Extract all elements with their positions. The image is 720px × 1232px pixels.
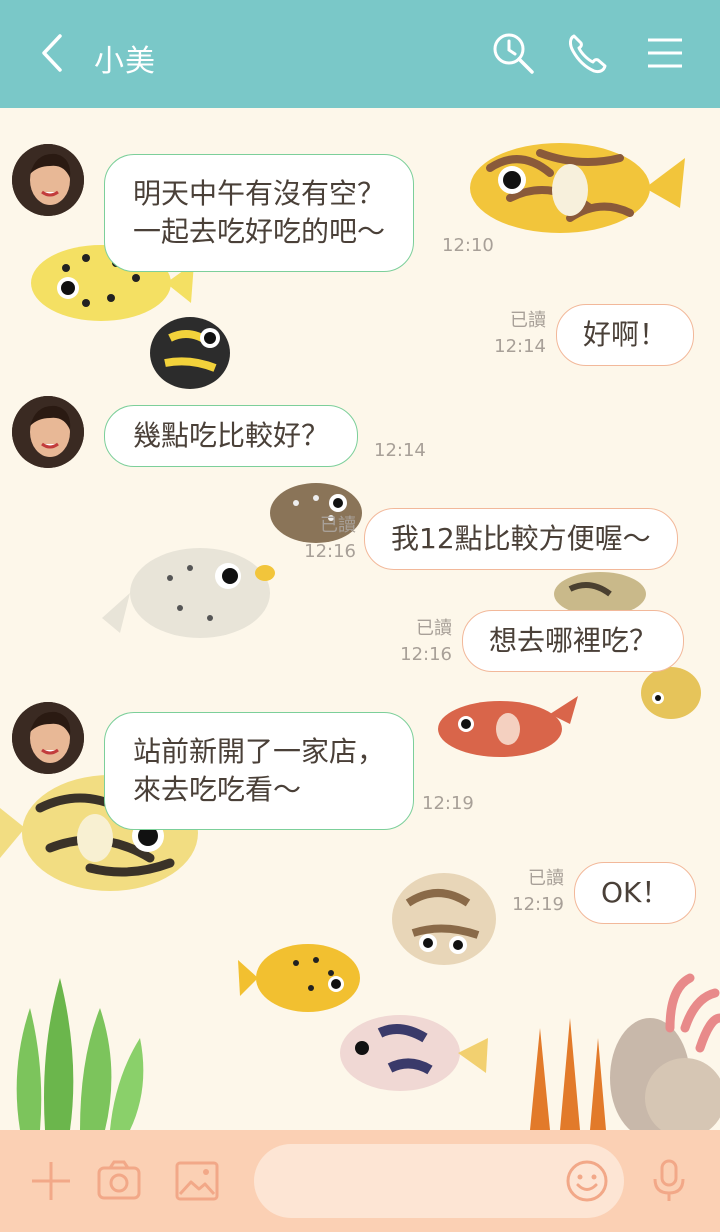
camera-icon[interactable]	[96, 1158, 142, 1204]
outgoing-message-bubble[interactable]: 我12點比較方便喔～	[364, 508, 678, 570]
message-text: 好啊！	[583, 318, 668, 351]
outgoing-message-bubble[interactable]: 想去哪裡吃？	[462, 610, 685, 672]
incoming-message-bubble[interactable]: 幾點吃比較好？	[104, 405, 359, 467]
avatar[interactable]	[12, 396, 84, 468]
message-text: 想去哪裡吃？	[489, 624, 658, 657]
menu-icon[interactable]	[642, 30, 688, 76]
chat-area[interactable]: 明天中午有沒有空？ 一起去吃好吃的吧～ 12:10 已讀 12:14 好啊！ 幾…	[0, 108, 720, 1130]
partial-fish-decoration	[554, 572, 646, 614]
message-time: 12:16	[304, 541, 356, 562]
message-time: 12:14	[494, 336, 546, 357]
avatar[interactable]	[12, 144, 84, 216]
chat-title: 小美	[94, 44, 156, 79]
message-text: OK！	[601, 876, 670, 909]
read-receipt: 已讀 12:14	[480, 308, 546, 360]
read-receipt: 已讀 12:16	[386, 616, 452, 668]
message-time: 12:14	[374, 440, 426, 461]
avatar-portrait	[12, 144, 84, 216]
message-text: 幾點吃比較好？	[133, 419, 330, 452]
coral-reef-decoration	[530, 973, 720, 1130]
incoming-message-bubble[interactable]: 站前新開了一家店， 來去吃吃看～	[104, 712, 415, 830]
outgoing-message-bubble[interactable]: OK！	[574, 862, 697, 924]
message-time: 12:19	[422, 793, 474, 814]
phone-icon[interactable]	[564, 30, 610, 76]
chat-header: 小美	[0, 0, 720, 108]
striped-fish-decoration	[470, 143, 685, 233]
read-receipt: 已讀 12:16	[290, 513, 356, 565]
message-time: 12:19	[512, 894, 564, 915]
message-text: 站前新開了一家店， 來去吃吃看～	[133, 735, 386, 806]
smiley-icon[interactable]	[564, 1158, 610, 1204]
avatar-portrait	[12, 396, 84, 468]
message-text: 明天中午有沒有空？ 一起去吃好吃的吧～	[133, 177, 386, 248]
avatar-portrait	[12, 702, 84, 774]
plus-icon[interactable]	[28, 1158, 74, 1204]
yellow-boxfish-decoration	[238, 944, 360, 1012]
message-text: 我12點比較方便喔～	[391, 522, 651, 555]
read-label: 已讀	[416, 618, 452, 639]
read-label: 已讀	[510, 310, 546, 331]
image-icon[interactable]	[174, 1158, 220, 1204]
microphone-icon[interactable]	[646, 1158, 692, 1204]
chevron-left-icon[interactable]	[30, 30, 76, 76]
avatar[interactable]	[12, 702, 84, 774]
search-icon[interactable]	[490, 30, 536, 76]
pink-striped-fish-decoration	[340, 1015, 488, 1091]
chat-footer	[0, 1130, 720, 1232]
seaweed-decoration	[16, 978, 144, 1130]
outgoing-message-bubble[interactable]: 好啊！	[556, 304, 695, 366]
tan-fish-decoration	[392, 873, 496, 965]
black-yellow-fish-decoration	[150, 317, 230, 389]
read-label: 已讀	[528, 868, 564, 889]
message-time: 12:10	[442, 235, 494, 256]
red-fish-decoration	[438, 696, 578, 757]
read-receipt: 已讀 12:19	[498, 866, 564, 918]
gray-spotted-fish-decoration	[102, 548, 275, 638]
message-time: 12:16	[400, 644, 452, 665]
read-label: 已讀	[320, 515, 356, 536]
incoming-message-bubble[interactable]: 明天中午有沒有空？ 一起去吃好吃的吧～	[104, 154, 415, 272]
